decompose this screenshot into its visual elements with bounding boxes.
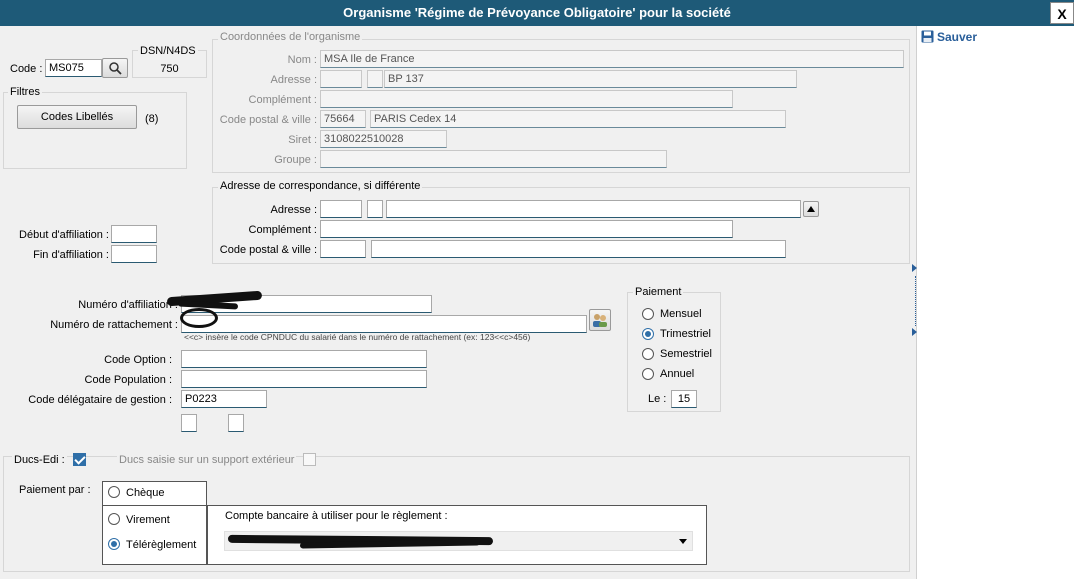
chevron-down-icon bbox=[679, 539, 687, 544]
arrow-up-icon bbox=[807, 206, 815, 212]
people-icon bbox=[593, 314, 607, 327]
code-population-label: Code Population : bbox=[84, 374, 172, 386]
groupe-field[interactable] bbox=[320, 150, 667, 168]
siret-field[interactable]: 3108022510028 bbox=[320, 130, 447, 148]
code-label: Code : bbox=[10, 63, 43, 75]
adresse-num-field[interactable] bbox=[320, 70, 362, 88]
floppy-disk-icon bbox=[921, 30, 934, 43]
dsn-value: 750 bbox=[160, 63, 179, 75]
paiement-par-divider bbox=[102, 505, 207, 506]
code-input[interactable]: MS075 bbox=[45, 59, 102, 77]
code-search-button[interactable] bbox=[102, 58, 128, 78]
compte-bancaire-label: Compte bancaire à utiliser pour le règle… bbox=[225, 510, 448, 522]
adresse-label: Adresse : bbox=[270, 74, 317, 86]
code-delegataire-field[interactable]: P0223 bbox=[181, 390, 267, 408]
ducs-edi-label: Ducs-Edi : bbox=[12, 453, 67, 467]
corr-cp-ville-label: Code postal & ville : bbox=[219, 244, 317, 256]
radio-virement[interactable] bbox=[108, 513, 120, 525]
ducs-edi-checkbox[interactable] bbox=[73, 453, 86, 466]
radio-cheque[interactable] bbox=[108, 486, 120, 498]
radio-annuel[interactable] bbox=[642, 368, 654, 380]
ducs-exterieur-checkbox[interactable] bbox=[303, 453, 316, 466]
radio-semestriel[interactable] bbox=[642, 348, 654, 360]
main-panel: Code : MS075 DSN/N4DS 750 Filtres Codes … bbox=[0, 26, 916, 579]
radio-mensuel[interactable] bbox=[642, 308, 654, 320]
close-button[interactable]: X bbox=[1050, 2, 1074, 24]
correspondance-legend: Adresse de correspondance, si différente bbox=[218, 180, 423, 192]
dsn-label: DSN/N4DS bbox=[138, 45, 198, 57]
fin-affiliation-field[interactable] bbox=[111, 245, 157, 263]
nom-label: Nom : bbox=[287, 54, 317, 66]
splitter-handle[interactable] bbox=[915, 276, 917, 326]
radio-annuel-label: Annuel bbox=[660, 368, 695, 380]
paiement-legend: Paiement bbox=[633, 286, 684, 298]
radio-trimestriel-label: Trimestriel bbox=[660, 328, 711, 340]
splitter-arrow-icon[interactable] bbox=[912, 264, 917, 272]
corr-adresse-scroll-button[interactable] bbox=[803, 201, 819, 217]
cp-field[interactable]: 75664 bbox=[320, 110, 366, 128]
small-field-2[interactable] bbox=[228, 414, 244, 432]
radio-telereglement-label: Télérèglement bbox=[126, 539, 197, 551]
le-field[interactable]: 15 bbox=[671, 390, 697, 408]
adresse-type-field[interactable] bbox=[367, 70, 383, 88]
rattachement-people-button[interactable] bbox=[589, 309, 611, 331]
ducs-exterieur-label: Ducs saisie sur un support extérieur bbox=[117, 453, 297, 467]
debut-affiliation-label: Début d'affiliation : bbox=[19, 229, 109, 241]
ville-field[interactable]: PARIS Cedex 14 bbox=[370, 110, 786, 128]
filters-group bbox=[3, 92, 187, 169]
cp-ville-label: Code postal & ville : bbox=[219, 114, 317, 126]
corr-cp-field[interactable] bbox=[320, 240, 366, 258]
radio-trimestriel[interactable] bbox=[642, 328, 654, 340]
nom-field[interactable]: MSA Ile de France bbox=[320, 50, 904, 68]
corr-complement-label: Complément : bbox=[248, 224, 317, 236]
paiement-par-label: Paiement par : bbox=[19, 484, 91, 496]
window-title: Organisme 'Régime de Prévoyance Obligato… bbox=[0, 0, 1074, 26]
codes-libelles-button[interactable]: Codes Libellés bbox=[17, 105, 137, 129]
code-delegataire-label: Code délégataire de gestion : bbox=[28, 394, 172, 406]
code-option-field[interactable] bbox=[181, 350, 427, 368]
groupe-label: Groupe : bbox=[274, 154, 317, 166]
save-label: Sauver bbox=[937, 30, 978, 44]
radio-virement-label: Virement bbox=[126, 514, 170, 526]
corr-complement-field[interactable] bbox=[320, 220, 733, 238]
filters-legend: Filtres bbox=[8, 86, 42, 98]
filters-count: (8) bbox=[145, 113, 159, 125]
numero-rattachement-label: Numéro de rattachement : bbox=[50, 319, 178, 331]
numero-affiliation-label: Numéro d'affiliation : bbox=[78, 299, 178, 311]
numero-rattachement-field[interactable] bbox=[181, 315, 587, 333]
adresse-field[interactable]: BP 137 bbox=[384, 70, 797, 88]
splitter-arrow-icon[interactable] bbox=[912, 328, 917, 336]
corr-adresse-num-field[interactable] bbox=[320, 200, 362, 218]
code-option-label: Code Option : bbox=[104, 354, 172, 366]
rattachement-hint: <<c> insère le code CPNDUC du salarié da… bbox=[184, 332, 531, 342]
search-icon bbox=[109, 62, 122, 75]
radio-mensuel-label: Mensuel bbox=[660, 308, 702, 320]
siret-label: Siret : bbox=[288, 134, 317, 146]
debut-affiliation-field[interactable] bbox=[111, 225, 157, 243]
radio-cheque-label: Chèque bbox=[126, 487, 165, 499]
complement-field[interactable] bbox=[320, 90, 733, 108]
le-label: Le : bbox=[648, 393, 667, 405]
redaction-scribble bbox=[180, 308, 218, 328]
fin-affiliation-label: Fin d'affiliation : bbox=[33, 249, 109, 261]
corr-adresse-field[interactable] bbox=[386, 200, 801, 218]
organisme-legend: Coordonnées de l'organisme bbox=[218, 31, 363, 43]
corr-adresse-type-field[interactable] bbox=[367, 200, 383, 218]
code-population-field[interactable] bbox=[181, 370, 427, 388]
small-field-1[interactable] bbox=[181, 414, 197, 432]
corr-ville-field[interactable] bbox=[371, 240, 786, 258]
complement-label: Complément : bbox=[248, 94, 317, 106]
corr-adresse-label: Adresse : bbox=[270, 204, 317, 216]
save-button[interactable]: Sauver bbox=[921, 30, 977, 44]
radio-telereglement[interactable] bbox=[108, 538, 120, 550]
side-panel: Sauver bbox=[912, 26, 1074, 579]
radio-semestriel-label: Semestriel bbox=[660, 348, 712, 360]
